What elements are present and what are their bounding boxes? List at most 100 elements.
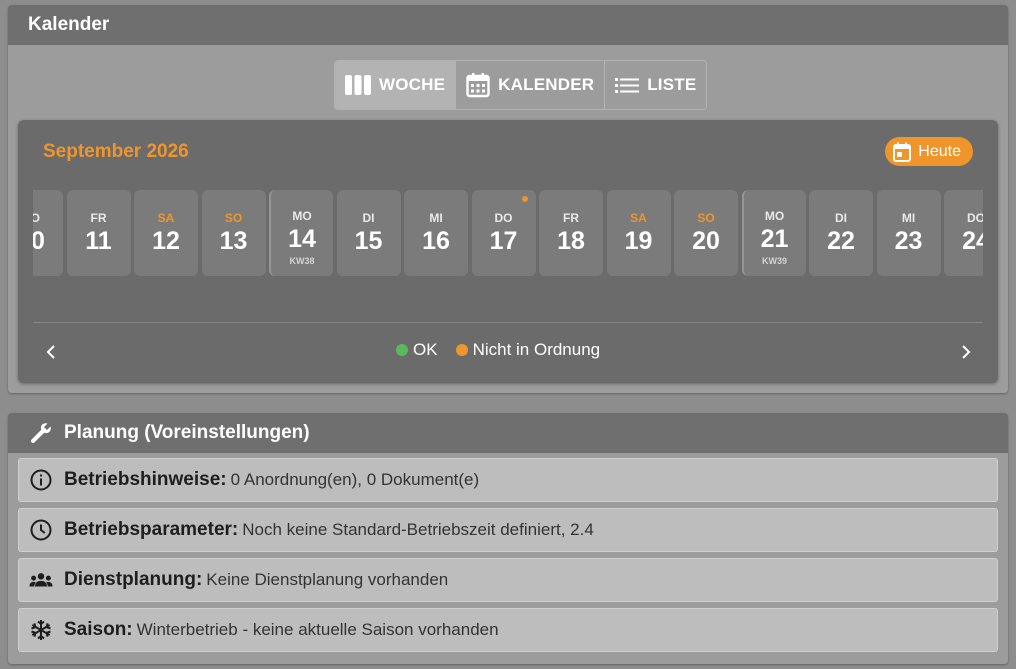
day-date: 16: [422, 227, 450, 255]
chevron-left-icon: [46, 345, 55, 359]
legend-dot-not-ok: [455, 344, 468, 356]
planning-panel: Planung (Voreinstellungen) Betriebshinwe…: [8, 413, 1008, 664]
tab-liste-label: LISTE: [647, 75, 697, 94]
day-date: 10: [33, 227, 45, 255]
day-date: 15: [354, 227, 383, 255]
day-date: 11: [85, 227, 112, 255]
row-dienstplanung[interactable]: Dienstplanung: Keine Dienstplanung vorha…: [18, 558, 998, 602]
days-strip: DO 10 FR 11 SA 12 SO 13 MO 14 KW38 DI 15 MI 16 DO 17 FR 18…: [33, 190, 983, 278]
day-name: SO: [224, 211, 243, 225]
day-tile[interactable]: SA 12: [134, 190, 198, 276]
day-tile[interactable]: DO 17: [471, 190, 536, 276]
day-tile[interactable]: MO 21 KW39: [741, 190, 806, 276]
day-name: DI: [362, 211, 375, 225]
tab-kalender-label: KALENDER: [498, 75, 595, 94]
next-week-button[interactable]: [956, 342, 976, 362]
week-number: KW39: [761, 256, 787, 266]
day-tile[interactable]: DO 24: [944, 190, 983, 276]
month-title: September 2026: [43, 141, 189, 162]
day-date: 12: [152, 227, 180, 255]
calendar-today-icon: [893, 142, 912, 162]
people-icon: [29, 568, 53, 592]
day-name: DI: [835, 211, 847, 225]
day-date: 21: [760, 225, 789, 253]
day-name: FR: [90, 211, 107, 225]
legend: OK Nicht in Ordnung: [396, 340, 618, 360]
day-date: 18: [557, 227, 585, 255]
row-label: Betriebsparameter:: [64, 519, 239, 540]
day-date: 19: [624, 227, 653, 255]
row-betriebsparameter[interactable]: Betriebsparameter: Noch keine Standard-B…: [18, 508, 998, 552]
day-name: MI: [429, 211, 443, 225]
day-name: DO: [33, 211, 40, 225]
clock-icon: [29, 518, 53, 542]
day-date: 13: [219, 227, 248, 255]
day-date: 23: [894, 227, 923, 255]
calendar-panel-title: Kalender: [28, 14, 110, 35]
legend-item-not-ok: Nicht in Ordnung: [455, 340, 601, 360]
day-name: SA: [630, 211, 647, 225]
day-tile[interactable]: SO 13: [201, 190, 266, 276]
day-name: MI: [901, 211, 916, 225]
row-betriebshinweise[interactable]: Betriebshinweise: 0 Anordnung(en), 0 Dok…: [18, 458, 998, 502]
chevron-right-icon: [962, 345, 971, 359]
snowflake-icon: [29, 618, 53, 642]
week-number: KW38: [289, 256, 315, 266]
row-text: Keine Dienstplanung vorhanden: [206, 570, 449, 589]
day-name: FR: [563, 211, 579, 225]
day-tile[interactable]: FR 18: [539, 190, 603, 276]
day-tile[interactable]: DO 10: [33, 190, 63, 276]
legend-dot-ok: [396, 344, 408, 356]
legend-label-ok: OK: [413, 340, 438, 359]
day-date: 22: [827, 227, 855, 255]
day-name: DO: [967, 211, 983, 225]
day-tile[interactable]: MI 16: [404, 190, 468, 276]
planning-panel-title: Planung (Voreinstellungen): [64, 422, 310, 443]
day-tile[interactable]: SO 20: [674, 190, 738, 276]
row-label: Saison:: [64, 619, 133, 640]
day-name: SO: [697, 211, 715, 225]
calendar-card: September 2026 Heute DO 10 FR 11 SA 12 SO 13 MO 1…: [18, 120, 998, 383]
list-icon: [615, 78, 640, 93]
day-name: MO: [292, 209, 312, 223]
day-tile[interactable]: MI 23: [876, 190, 941, 276]
day-tile[interactable]: DI 15: [336, 190, 401, 276]
day-name: SA: [157, 211, 175, 225]
view-switcher: WOCHE KALENDER LISTE: [334, 60, 708, 110]
day-tile[interactable]: MO 14 KW38: [269, 190, 333, 276]
row-label: Dienstplanung:: [64, 569, 203, 590]
row-text: 0 Anordnung(en), 0 Dokument(e): [230, 470, 480, 489]
day-tile[interactable]: DI 22: [809, 190, 873, 276]
day-name: DO: [494, 211, 513, 225]
day-date: 20: [692, 227, 720, 255]
row-text: Noch keine Standard-Betriebszeit definie…: [242, 520, 594, 539]
legend-item-ok: OK: [396, 340, 438, 360]
status-dot: [521, 196, 528, 202]
previous-week-button[interactable]: [41, 342, 61, 362]
row-label: Betriebshinweise:: [64, 469, 227, 490]
day-name: MO: [764, 209, 785, 223]
divider: [33, 322, 983, 323]
today-button[interactable]: Heute: [885, 137, 973, 166]
tab-woche-label: WOCHE: [379, 75, 446, 94]
day-tile[interactable]: SA 19: [606, 190, 671, 276]
tab-liste[interactable]: LISTE: [605, 61, 706, 109]
info-icon: [29, 468, 53, 492]
row-saison[interactable]: Saison: Winterbetrieb - keine aktuelle S…: [18, 608, 998, 652]
legend-label-not-ok: Nicht in Ordnung: [472, 340, 601, 359]
day-date: 24: [962, 227, 983, 255]
days-row: DO 10 FR 11 SA 12 SO 13 MO 14 KW38 DI 15 MI 16 DO 17 FR 18…: [33, 190, 983, 276]
week-columns-icon: [345, 75, 371, 95]
tab-kalender[interactable]: KALENDER: [456, 61, 606, 109]
wrench-icon: [28, 420, 54, 446]
day-tile[interactable]: FR 11: [66, 190, 131, 276]
tab-woche[interactable]: WOCHE: [335, 61, 457, 109]
day-date: 14: [288, 225, 316, 253]
today-button-label: Heute: [918, 142, 961, 160]
calendar-grid-icon: [466, 73, 490, 98]
planning-panel-header: Planung (Voreinstellungen): [8, 413, 1008, 453]
calendar-panel: Kalender WOCHE KALENDER LISTE September …: [8, 5, 1008, 393]
calendar-panel-header: Kalender: [8, 5, 1008, 45]
row-text: Winterbetrieb - keine aktuelle Saison vo…: [136, 620, 499, 639]
day-date: 17: [489, 227, 518, 255]
